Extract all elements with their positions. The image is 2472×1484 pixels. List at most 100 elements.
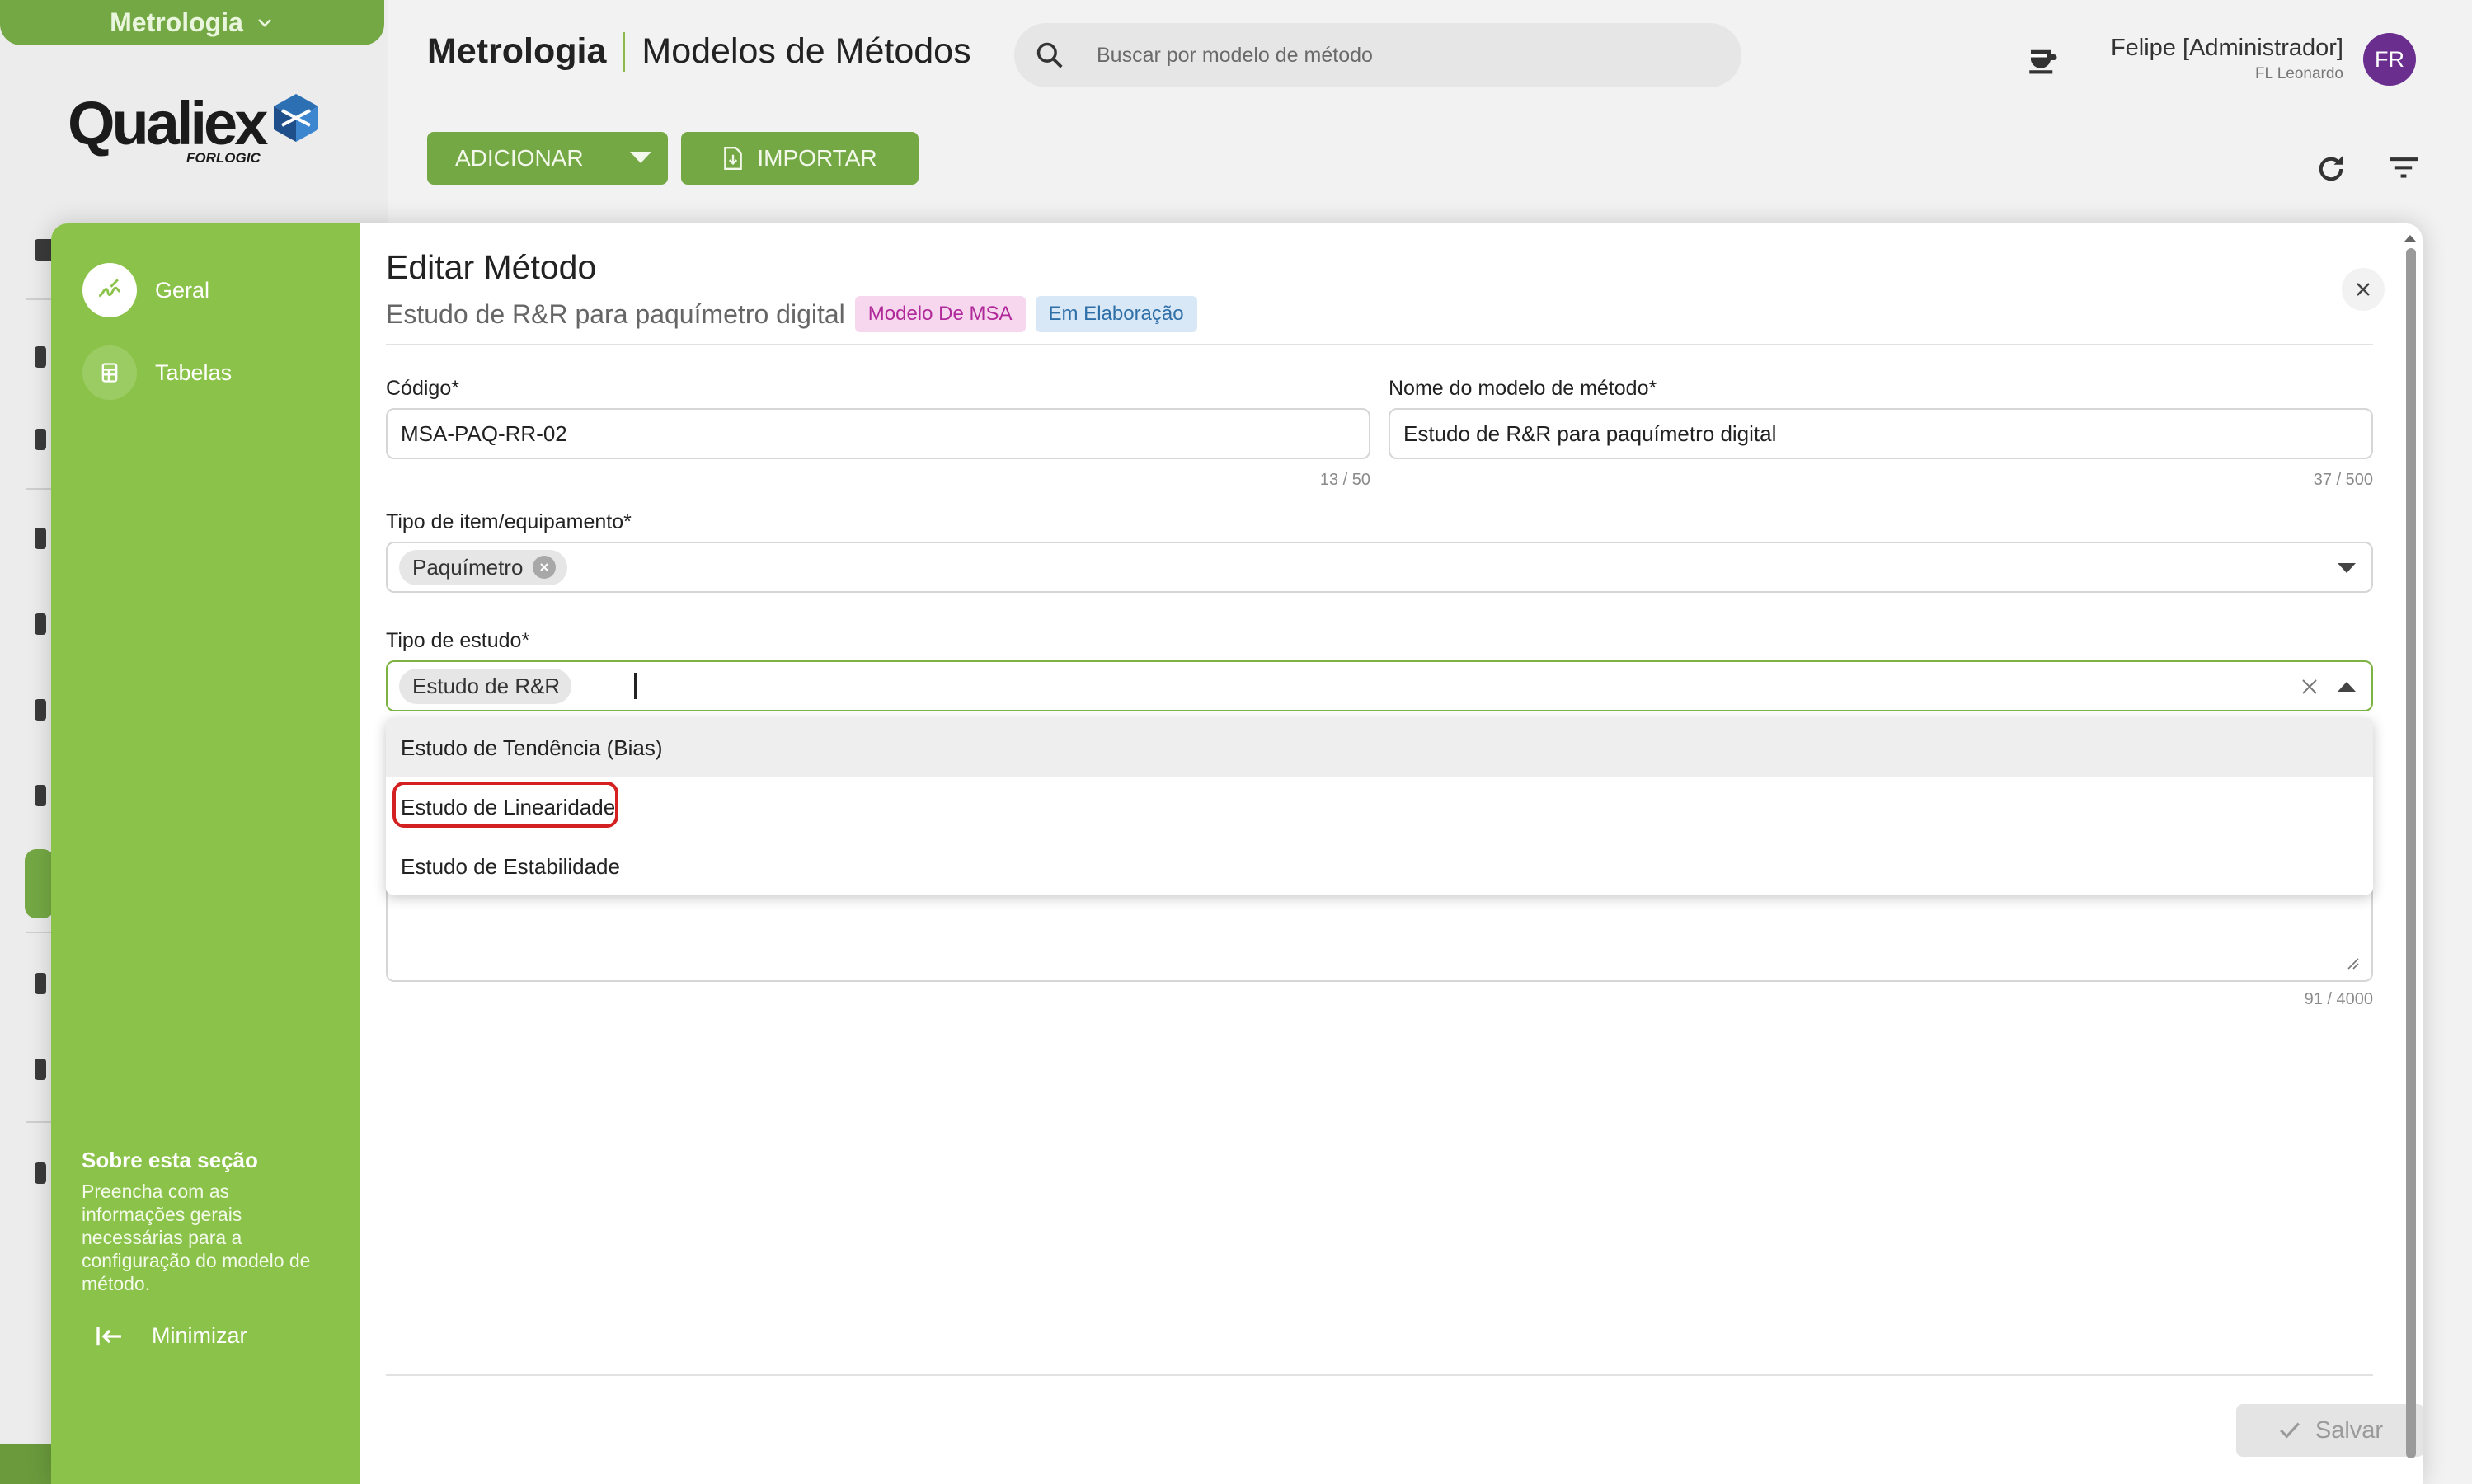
import-button[interactable]: IMPORTAR bbox=[681, 132, 919, 185]
dropdown-option-linearidade[interactable]: Estudo de Linearidade bbox=[386, 777, 2373, 837]
collapse-left-icon bbox=[96, 1327, 121, 1345]
about-title: Sobre esta seção bbox=[82, 1148, 258, 1172]
modal-nav-tabelas-label: Tabelas bbox=[155, 359, 233, 385]
status-badge: Em Elaboração bbox=[1035, 296, 1197, 332]
nav-divider bbox=[26, 1121, 51, 1123]
minimize-label: Minimizar bbox=[152, 1323, 247, 1348]
module-selector[interactable]: Metrologia bbox=[0, 0, 384, 45]
modal-title: Editar Método bbox=[386, 248, 597, 286]
dropdown-option[interactable]: Estudo de Tendência (Bias) bbox=[386, 718, 2373, 777]
study-type-tag: Estudo de R&R bbox=[399, 668, 572, 704]
nav-icon-3[interactable] bbox=[35, 429, 46, 450]
close-icon bbox=[2357, 283, 2370, 296]
logo-cube-icon bbox=[274, 94, 318, 142]
nav-icon-7[interactable] bbox=[35, 785, 46, 806]
save-button-label: Salvar bbox=[2315, 1416, 2384, 1444]
search-placeholder: Buscar por modelo de método bbox=[1097, 43, 1373, 67]
page-title-text: Modelos de Métodos bbox=[641, 31, 971, 71]
dropdown-option[interactable]: Estudo de Estabilidade bbox=[386, 837, 2373, 896]
nav-icon-5[interactable] bbox=[35, 613, 46, 635]
modal-subtitle-row: Estudo de R&R para paquímetro digital Mo… bbox=[386, 296, 1197, 332]
nav-icon-2[interactable] bbox=[35, 346, 46, 368]
check-icon bbox=[2279, 1422, 2300, 1439]
dropdown-option-label: Estudo de Linearidade bbox=[401, 794, 616, 819]
avatar[interactable]: FR bbox=[2363, 33, 2416, 86]
code-label: Código* bbox=[386, 377, 459, 400]
title-separator bbox=[623, 31, 626, 72]
coffee-icon[interactable] bbox=[2025, 43, 2060, 77]
text-cursor bbox=[634, 673, 637, 699]
header-divider bbox=[386, 344, 2373, 345]
page-title-module: Metrologia bbox=[427, 31, 607, 71]
search-input[interactable]: Buscar por modelo de método bbox=[1014, 23, 1741, 87]
nav-icon-4[interactable] bbox=[35, 528, 46, 549]
footer-strip bbox=[0, 1444, 53, 1484]
resize-handle-icon[interactable] bbox=[2345, 956, 2360, 970]
modal-nav-geral-label: Geral bbox=[155, 277, 210, 303]
add-button[interactable]: ADICIONAR bbox=[427, 132, 668, 185]
description-counter: 91 / 4000 bbox=[2304, 990, 2373, 1008]
name-field[interactable]: Estudo de R&R para paquímetro digital bbox=[1389, 408, 2373, 459]
chevron-down-icon bbox=[255, 13, 275, 33]
page-title: Metrologia Modelos de Métodos bbox=[427, 31, 971, 72]
code-value: MSA-PAQ-RR-02 bbox=[401, 420, 567, 446]
nav-divider bbox=[26, 932, 51, 933]
clear-icon[interactable] bbox=[2300, 678, 2319, 696]
qualiex-logo: Qualiex FORLOGIC bbox=[68, 91, 323, 173]
study-type-label: Tipo de estudo* bbox=[386, 629, 530, 652]
name-value: Estudo de R&R para paquímetro digital bbox=[1403, 420, 1777, 446]
table-icon bbox=[82, 345, 137, 400]
item-type-tag: Paquímetro bbox=[399, 549, 568, 585]
add-button-label: ADICIONAR bbox=[455, 145, 584, 171]
caret-up-icon[interactable] bbox=[2337, 680, 2357, 693]
nav-divider bbox=[26, 488, 51, 490]
study-type-tag-label: Estudo de R&R bbox=[412, 673, 561, 698]
logo-text: Qualiex bbox=[68, 89, 268, 157]
filter-icon[interactable] bbox=[2386, 153, 2421, 181]
scroll-thumb[interactable] bbox=[2406, 248, 2416, 1458]
study-type-select[interactable]: Estudo de R&R bbox=[386, 660, 2373, 711]
caret-down-icon[interactable] bbox=[628, 150, 653, 167]
module-name: Metrologia bbox=[110, 7, 243, 37]
item-type-select[interactable]: Paquímetro bbox=[386, 542, 2373, 593]
close-button[interactable] bbox=[2342, 268, 2385, 311]
minimize-button[interactable]: Minimizar bbox=[96, 1323, 247, 1349]
modal-sidebar: Geral Tabelas Sobre esta seção Preencha … bbox=[51, 223, 360, 1484]
code-counter: 13 / 50 bbox=[1319, 471, 1370, 489]
search-icon bbox=[1036, 42, 1063, 68]
nav-icon-8[interactable] bbox=[35, 973, 46, 994]
modal-subtitle: Estudo de R&R para paquímetro digital bbox=[386, 298, 845, 329]
modal-nav-tabelas[interactable]: Tabelas bbox=[82, 345, 232, 400]
scroll-up-icon[interactable] bbox=[2401, 232, 2419, 245]
file-import-icon bbox=[724, 146, 743, 171]
footer-divider bbox=[386, 1374, 2373, 1376]
import-button-label: IMPORTAR bbox=[757, 145, 877, 171]
code-field[interactable]: MSA-PAQ-RR-02 bbox=[386, 408, 1370, 459]
modal-nav-geral[interactable]: Geral bbox=[82, 263, 209, 317]
item-type-label: Tipo de item/equipamento* bbox=[386, 510, 632, 533]
item-type-tag-label: Paquímetro bbox=[412, 554, 524, 580]
modal-content: Editar Método Estudo de R&R para paquíme… bbox=[360, 223, 2423, 1484]
study-type-dropdown: Estudo de Tendência (Bias) Estudo de Lin… bbox=[386, 718, 2373, 895]
user-info[interactable]: Felipe [Administrador] FL Leonardo bbox=[2111, 35, 2343, 83]
remove-tag-icon[interactable] bbox=[533, 556, 557, 579]
nav-icon-6[interactable] bbox=[35, 699, 46, 721]
user-name: Felipe [Administrador] bbox=[2110, 35, 2343, 61]
about-text: Preencha com as informações gerais neces… bbox=[82, 1181, 311, 1294]
nav-icon-10[interactable] bbox=[35, 1162, 46, 1184]
signature-icon bbox=[82, 263, 137, 317]
save-button[interactable]: Salvar bbox=[2236, 1404, 2423, 1457]
edit-method-modal: Geral Tabelas Sobre esta seção Preencha … bbox=[51, 223, 2423, 1484]
about-section: Sobre esta seção Preencha com as informa… bbox=[82, 1148, 329, 1295]
nav-item-active[interactable] bbox=[25, 849, 54, 918]
caret-down-icon[interactable] bbox=[2337, 561, 2357, 575]
type-badge: Modelo De MSA bbox=[854, 296, 1026, 332]
user-org: FL Leonardo bbox=[2254, 65, 2343, 82]
logo-subtext: FORLOGIC bbox=[186, 150, 261, 166]
nav-icon-9[interactable] bbox=[35, 1059, 46, 1080]
name-label: Nome do modelo de método* bbox=[1389, 377, 1657, 400]
modal-scrollbar[interactable] bbox=[2401, 232, 2419, 1477]
refresh-icon[interactable] bbox=[2314, 152, 2348, 186]
nav-divider bbox=[26, 298, 51, 300]
name-counter: 37 / 500 bbox=[2313, 471, 2373, 489]
